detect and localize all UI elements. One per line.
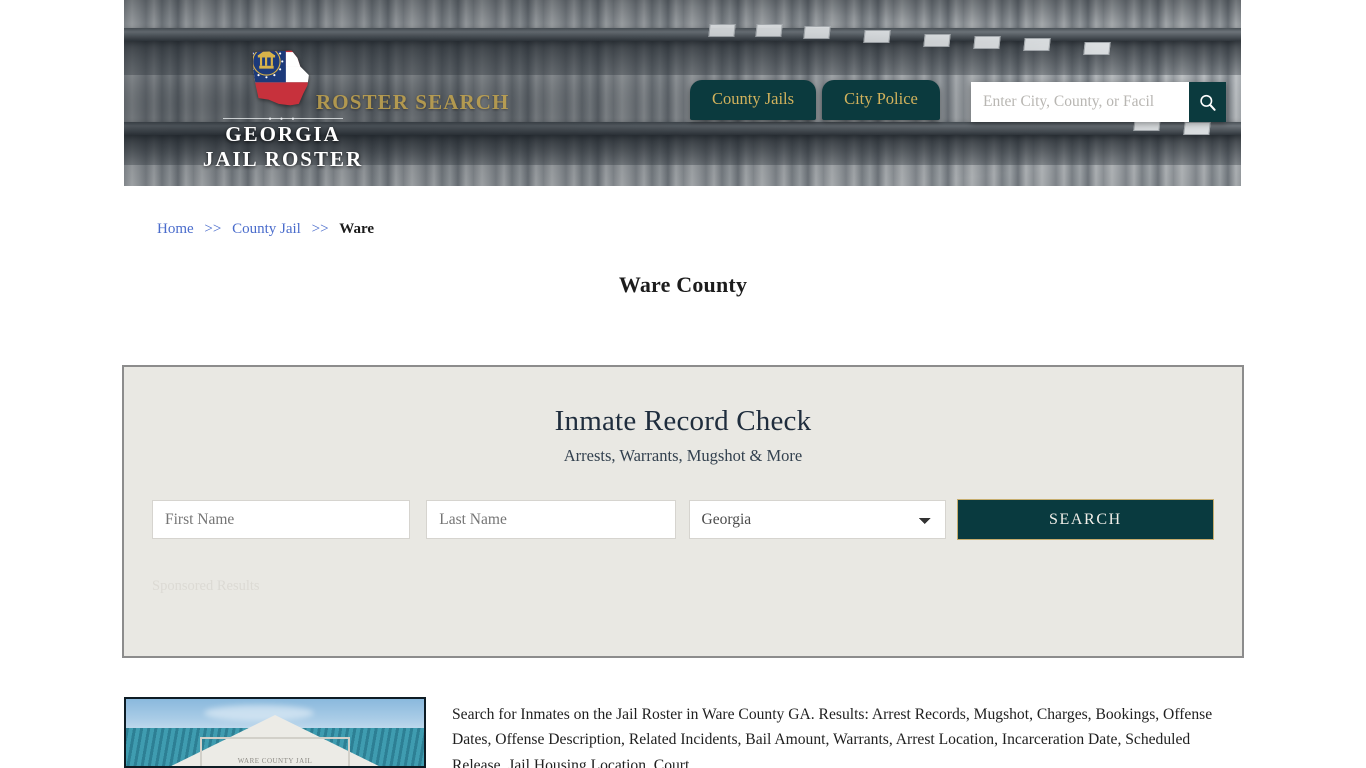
breadcrumb-separator: >> (311, 221, 329, 237)
georgia-state-flag-icon (252, 50, 309, 106)
logo-dots: • • • (268, 114, 298, 124)
panel-subtitle: Arrests, Warrants, Mugshot & More (563, 446, 803, 465)
inmate-record-check-panel: Inmate Record Check Arrests, Warrants, M… (122, 365, 1244, 658)
inmate-search-form: Georgia SEARCH (152, 499, 1214, 540)
nav-button-city-police[interactable]: City Police (822, 80, 940, 120)
search-button[interactable]: SEARCH (956, 499, 1214, 540)
sponsored-results-label: Sponsored Results (152, 578, 260, 594)
state-select[interactable]: Georgia (688, 500, 946, 539)
breadcrumb-separator: >> (204, 221, 222, 237)
logo-divider: • • • (223, 115, 343, 124)
breadcrumb: Home >> County Jail >> Ware (157, 221, 374, 238)
page-root: • • • GEORGIA JAIL ROSTER ROSTER SEARCH … (0, 0, 1366, 768)
logo-text-jail-roster: JAIL ROSTER (202, 146, 364, 171)
photo-building-caption: WARE COUNTY JAIL (237, 757, 313, 765)
logo-text-georgia: GEORGIA (225, 122, 341, 146)
header-nav: County Jails City Police (690, 80, 946, 120)
header-search-button[interactable] (1189, 82, 1226, 122)
page-title: Ware County (618, 272, 748, 297)
search-icon (1200, 94, 1216, 111)
breadcrumb-item-current: Ware (339, 221, 374, 237)
last-name-input[interactable] (426, 500, 676, 539)
site-logo[interactable]: • • • GEORGIA JAIL ROSTER (188, 42, 378, 172)
first-name-input[interactable] (152, 500, 411, 539)
logo-graphic (188, 42, 378, 114)
nav-button-county-jails[interactable]: County Jails (690, 80, 817, 120)
header-search (971, 82, 1226, 122)
panel-title: Inmate Record Check (554, 405, 812, 437)
breadcrumb-item-home[interactable]: Home (157, 221, 194, 237)
breadcrumb-item-county-jail[interactable]: County Jail (232, 221, 301, 237)
header-search-input[interactable] (971, 82, 1189, 122)
header-banner: • • • GEORGIA JAIL ROSTER ROSTER SEARCH … (124, 0, 1241, 186)
jail-photo-thumbnail[interactable]: WARE COUNTY JAIL (124, 697, 426, 768)
page-description: Search for Inmates on the Jail Roster in… (452, 706, 1213, 768)
content-section: WARE COUNTY JAIL Search for Inmates on t… (124, 697, 1244, 768)
